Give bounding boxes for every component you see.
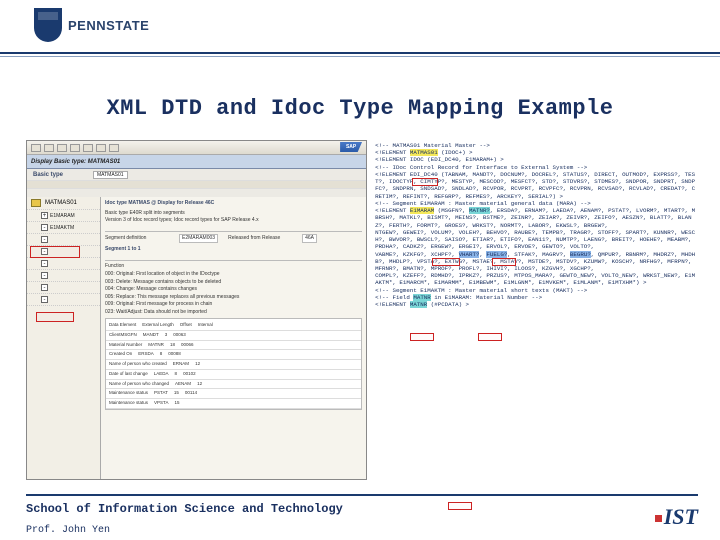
annotation-box [412, 178, 438, 186]
func-label: Function [105, 263, 175, 271]
tree-root[interactable]: MATMAS01 [27, 197, 100, 210]
dtd-line: <!-- MATMAS01 Material Master --> [375, 142, 698, 149]
field-label: Basic type [33, 172, 93, 178]
val: 46A [302, 234, 317, 244]
table-row: Material NumberMATNR1800066 [106, 341, 361, 351]
tool-button[interactable] [70, 144, 80, 152]
func-row: 009: Original: First message for process… [105, 301, 362, 309]
func-row: 000: Original: First location of object … [105, 271, 362, 279]
tree-node[interactable]: - [27, 282, 100, 294]
expand-icon[interactable]: - [41, 224, 48, 231]
top-rule-2 [0, 56, 720, 57]
annotation-box [492, 258, 516, 266]
annotation-box [448, 502, 472, 510]
dtd-column: <!-- MATMAS01 Material Master --> <!ELEM… [373, 140, 698, 480]
dtd-line: VABME?, KZKFG?, XCHPF?, VHART?, FUELG?, … [375, 251, 698, 273]
hl-vhart: VHART? [459, 251, 480, 258]
lbl: Segment definition [105, 235, 175, 243]
hl-e1maram: E1MARAM [410, 207, 434, 214]
tool-button[interactable] [83, 144, 93, 152]
tool-button[interactable] [57, 144, 67, 152]
table-row: Name of person who createdERNAM12 [106, 360, 361, 370]
func-row: 023: Wait/Adjust: Data should not be imp… [105, 309, 362, 317]
dtd-line: NTGEW?, GEWEI?, VOLUM?, VOLEH?, BEHVO?, … [375, 229, 698, 251]
table-row: Created OnERSDA800088 [106, 350, 361, 360]
annotation-box [478, 333, 502, 341]
tree-node[interactable]: -E1MAKTM [27, 222, 100, 234]
dtd-line: <!ELEMENT MATMAS01 (IDOC+) > [375, 149, 698, 156]
lbl: Released from Release [228, 235, 298, 243]
hl-matnr: MATNR? [469, 207, 490, 214]
dtd-line: COMPL?, KZEFF?, RDMHD?, IPRKZ?, PRZUS?, … [375, 272, 698, 286]
hl-fuelg: FUELG? [486, 251, 507, 258]
sap-spacer [27, 181, 366, 189]
dtd-line: <!-- IDoc Control Record for Interface t… [375, 164, 698, 171]
expand-icon[interactable]: - [41, 260, 48, 267]
table-header: Data ElementExternal LengthOffsetInterna… [106, 321, 361, 331]
expand-icon[interactable]: - [41, 236, 48, 243]
dtd-line: <!ELEMENT MATNR (#PCDATA) > [375, 301, 698, 308]
sap-titlebar: Display Basic type: MATMAS01 [27, 155, 366, 169]
annotation-box [410, 333, 434, 341]
hl-begru: BEGRU? [570, 251, 591, 258]
annotation-box [36, 312, 74, 322]
tool-button[interactable] [31, 144, 41, 152]
val: E2MARAM003 [179, 234, 218, 244]
tool-button[interactable] [44, 144, 54, 152]
sap-toolbar[interactable] [27, 141, 366, 155]
ist-logo: IST [655, 504, 698, 530]
table-row: Maintenance statusVPSTA15 [106, 399, 361, 409]
tree-node[interactable]: - [27, 270, 100, 282]
expand-icon[interactable]: + [41, 212, 48, 219]
sap-tree[interactable]: MATMAS01 +E1MARAM -E1MAKTM - - - - - - [27, 197, 101, 479]
tree-node[interactable]: - [27, 294, 100, 306]
slide-title: XML DTD and Idoc Type Mapping Example [0, 96, 720, 121]
shield-icon [34, 8, 62, 42]
tree-node[interactable]: - [27, 258, 100, 270]
hl-matnr-elem: MATNR [410, 301, 427, 308]
annotation-box [432, 258, 460, 266]
sap-detail: Idoc type MATMAS @ Display for Release 4… [101, 197, 366, 479]
annotation-box [30, 246, 80, 258]
tree-node[interactable]: +E1MARAM [27, 210, 100, 222]
tool-button[interactable] [109, 144, 119, 152]
func-row: 005: Replace: This message replaces all … [105, 294, 362, 302]
hl-matmas01: MATMAS01 [410, 149, 438, 156]
detail-table: Data ElementExternal LengthOffsetInterna… [105, 318, 362, 410]
sap-window: SAP Display Basic type: MATMAS01 Basic t… [26, 140, 367, 480]
professor-name: Prof. John Yen [26, 525, 110, 536]
dtd-line: <!ELEMENT E1MARAM (MSGFN?, MATNR?, ERSDA… [375, 207, 698, 229]
table-row: ClientMSGFNMANDT300063 [106, 331, 361, 341]
top-rule-1 [0, 52, 720, 54]
red-square-icon [655, 515, 662, 522]
table-row: Date of last changeLAEDA800102 [106, 370, 361, 380]
func-row: 004: Change: Message contains changes [105, 286, 362, 294]
table-row: Maintenance statusPSTAT1500114 [106, 389, 361, 399]
brand-wordmark: PENNSTATE [68, 18, 149, 33]
expand-icon[interactable]: - [41, 272, 48, 279]
expand-icon[interactable]: - [41, 296, 48, 303]
detail-header: Idoc type MATMAS @ Display for Release 4… [105, 200, 362, 208]
tool-button[interactable] [96, 144, 106, 152]
table-row: Name of person who changedAENAM12 [106, 380, 361, 390]
hl-matnr-field: MATNR [413, 294, 430, 301]
dtd-line: <!-- Field MATNR in E1MARAM: Material Nu… [375, 294, 698, 301]
detail-sub: Version 3 of Idoc record types; Idoc rec… [105, 217, 362, 225]
tree-node[interactable]: - [27, 234, 100, 246]
sap-field-row: Basic type MATMAS01 [27, 169, 366, 181]
field-value: MATMAS01 [93, 171, 128, 179]
detail-sub: Basic type E40R split into segments [105, 210, 362, 218]
dtd-line: <!-- Segment E1MARAM : Master material g… [375, 200, 698, 207]
dtd-line: <!ELEMENT IDOC (EDI_DC40, E1MARAM+) > [375, 156, 698, 163]
expand-icon[interactable]: - [41, 284, 48, 291]
footer-rule [26, 494, 698, 496]
section-label: Segment 1 to 1 [105, 246, 362, 254]
dtd-line: <!-- Segment E1MAKTM : Master material s… [375, 287, 698, 294]
func-row: 003: Delete: Message contains objects to… [105, 279, 362, 287]
school-name: School of Information Science and Techno… [26, 502, 343, 516]
brand-logo: PENNSTATE [34, 8, 149, 42]
